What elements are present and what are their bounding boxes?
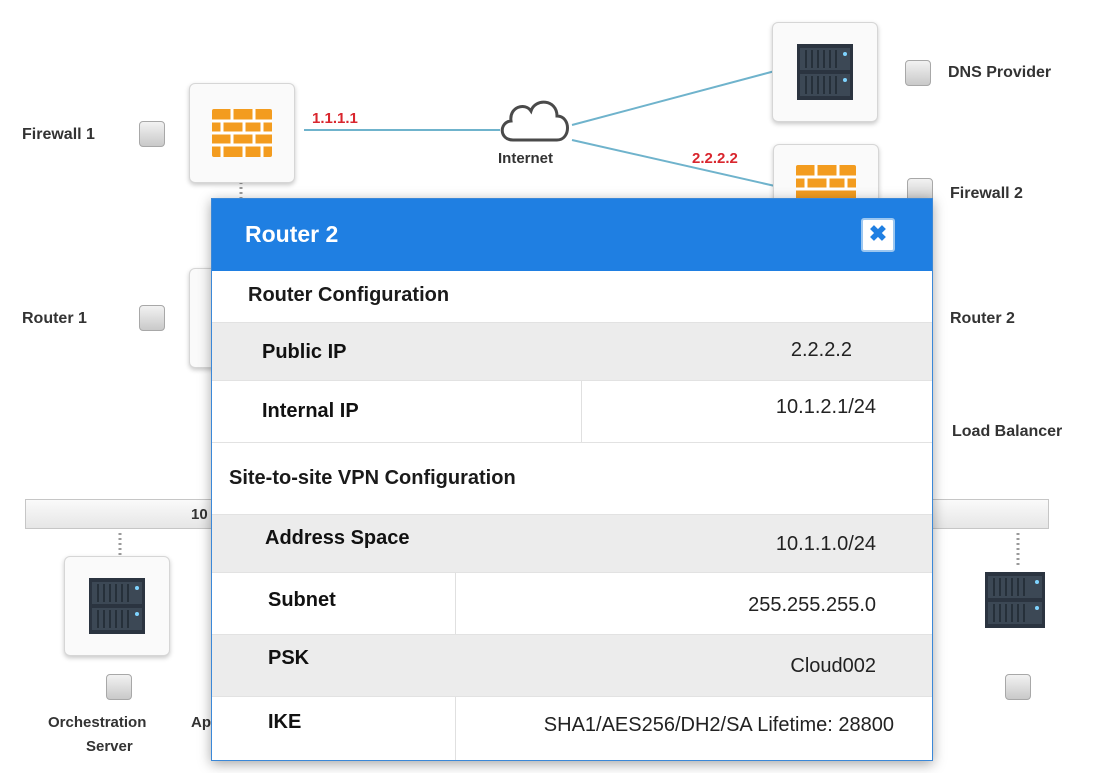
row-key: Subnet xyxy=(268,589,336,611)
table-row: Internal IP 10.1.2.1/24 xyxy=(212,381,932,443)
row-value: 10.1.2.1/24 xyxy=(775,396,876,418)
row-key: Internal IP xyxy=(262,400,359,422)
network-topology-canvas: Firewall 1 1.1.1.1 Internet DNS Provider xyxy=(0,0,1103,773)
row-value: Cloud002 xyxy=(790,655,876,677)
firewall-2-label: Firewall 2 xyxy=(950,185,1023,202)
table-row: Public IP 2.2.2.2 xyxy=(212,323,932,381)
server-icon xyxy=(797,44,853,100)
server-icon xyxy=(985,572,1045,628)
link-internet-dns xyxy=(571,70,776,126)
dns-provider-node[interactable] xyxy=(772,22,878,122)
row-key: Public IP xyxy=(262,341,347,363)
row-key: Address Space xyxy=(265,527,410,549)
right-server-node[interactable] xyxy=(985,572,1045,633)
dns-provider-label: DNS Provider xyxy=(948,64,1052,81)
right-server-checkbox[interactable] xyxy=(1005,674,1031,700)
table-row: Address Space 10.1.1.0/24 xyxy=(212,515,932,573)
table-row: Subnet 255.255.255.0 xyxy=(212,573,932,635)
router-2-config-dialog: Router 2 ✖ Router Configuration Public I… xyxy=(211,198,933,761)
orchestration-server-node[interactable] xyxy=(64,556,170,656)
link-internet-firewall2 xyxy=(571,139,776,187)
partial-node-label: Ap xyxy=(191,714,211,731)
switch-label: 10 xyxy=(191,506,208,523)
row-key: PSK xyxy=(268,647,310,669)
row-value: SHA1/AES256/DH2/SA Lifetime: 28800 xyxy=(543,714,894,736)
firewall-1-checkbox[interactable] xyxy=(139,121,165,147)
close-button[interactable]: ✖ xyxy=(861,218,895,252)
dns-provider-checkbox[interactable] xyxy=(905,60,931,86)
cloud-icon[interactable] xyxy=(495,94,575,146)
router-config-heading: Router Configuration xyxy=(212,271,932,323)
row-key: IKE xyxy=(268,711,302,733)
row-value: 2.2.2.2 xyxy=(790,339,852,361)
vpn-config-heading: Site-to-site VPN Configuration xyxy=(212,443,932,515)
router-2-label: Router 2 xyxy=(950,310,1015,327)
firewall-1-ip: 1.1.1.1 xyxy=(312,110,358,127)
dialog-header: Router 2 ✖ xyxy=(212,199,932,271)
orchestration-server-label-line1: Orchestration xyxy=(48,714,147,731)
firewall-1-node[interactable] xyxy=(189,83,295,183)
close-icon: ✖ xyxy=(868,221,888,246)
orchestration-server-checkbox[interactable] xyxy=(106,674,132,700)
table-row: IKE SHA1/AES256/DH2/SA Lifetime: 28800 xyxy=(212,697,932,760)
router-1-label: Router 1 xyxy=(22,310,87,327)
firewall-icon xyxy=(212,109,272,157)
firewall-2-ip: 2.2.2.2 xyxy=(692,150,738,167)
server-icon xyxy=(89,578,145,634)
load-balancer-label: Load Balancer xyxy=(952,423,1063,440)
orchestration-server-label-line2: Server xyxy=(86,738,133,755)
table-row: PSK Cloud002 xyxy=(212,635,932,697)
router-1-checkbox[interactable] xyxy=(139,305,165,331)
internet-label: Internet xyxy=(498,150,554,167)
dialog-title: Router 2 xyxy=(245,221,339,247)
row-value: 255.255.255.0 xyxy=(748,594,876,616)
firewall-1-label: Firewall 1 xyxy=(22,126,95,143)
row-value: 10.1.1.0/24 xyxy=(775,533,876,555)
